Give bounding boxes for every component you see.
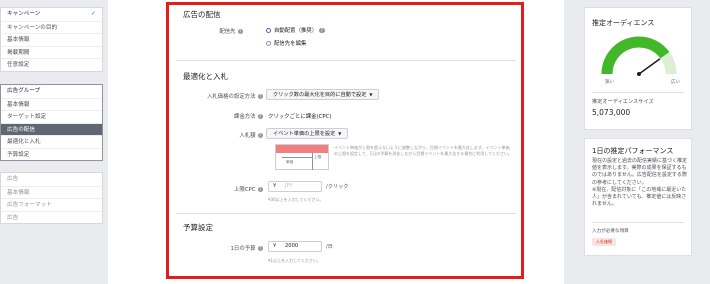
max-cpc-input[interactable]: ¥ JPY: [268, 181, 322, 192]
max-cpc-unit: /クリック: [326, 184, 349, 190]
bid-cap-illustration: 単価 上限: [275, 144, 329, 170]
performance-description: 現在の設定と過去の配信実績に基づく推定値を表示します。実際の成果を保証するもので…: [592, 158, 688, 208]
sidebar-ad-group: 広告 基本情報 広告フォーマット 広告: [0, 172, 103, 224]
audience-title: 推定オーディエンス: [592, 19, 655, 27]
sidebar-item-campaign[interactable]: キャンペーン ✓: [1, 8, 102, 21]
audience-gauge: [601, 36, 677, 76]
audience-size-label: 推定オーディエンスサイズ: [592, 99, 654, 105]
daily-budget-input[interactable]: ¥ 2000: [268, 241, 322, 252]
sidebar-item-ad-delivery[interactable]: 広告の配信: [1, 122, 102, 135]
highlight-frame: [166, 2, 524, 279]
check-icon: ✓: [90, 10, 96, 17]
gauge-needle: [638, 58, 661, 75]
gauge-wide-label: 広い: [671, 80, 680, 85]
performance-title: 1日の推定パフォーマンス: [592, 147, 674, 155]
daily-budget-value: 2000: [285, 243, 299, 249]
bid-strategy-dropdown[interactable]: クリック数の最大化を目的に自動で設定 ▼: [266, 89, 380, 100]
section-divider: [176, 60, 516, 61]
charge-method-label: 課金方法?: [233, 113, 263, 120]
audience-card: 推定オーディエンス 狭い 広い 推定オーディエンスサイズ 5,073,000: [584, 7, 692, 130]
sidebar-item-optional-settings[interactable]: 任意設定: [1, 58, 102, 71]
section-divider: [176, 213, 516, 214]
max-cpc-label: 上限CPC?: [233, 186, 263, 193]
budget-section-title: 予算設定: [183, 223, 213, 232]
help-icon[interactable]: ?: [257, 113, 263, 120]
max-cpc-hint: ¥36以上を入力してください。: [268, 197, 324, 202]
sidebar-item-ad-format[interactable]: 広告フォーマット: [1, 198, 102, 211]
help-icon[interactable]: ?: [319, 27, 325, 34]
sidebar-item-ad[interactable]: 広告: [1, 173, 102, 186]
radio-selected-icon[interactable]: [266, 28, 271, 33]
cap-bar: [276, 145, 328, 153]
daily-budget-hint: ¥1以上を入力してください。: [268, 258, 321, 263]
bid-amount-dropdown[interactable]: イベント単価の上限を設定 ▼: [266, 128, 349, 139]
caret-down-icon: ▼: [369, 92, 373, 97]
yen-symbol: ¥: [273, 183, 277, 189]
radio-unselected-icon[interactable]: [266, 41, 271, 46]
sidebar-campaign-group: キャンペーン ✓ キャンペーンの目的 基本情報 掲載期間 任意設定: [0, 7, 103, 72]
audience-size-value: 5,073,000: [592, 108, 631, 117]
sidebar-item-adgroup[interactable]: 広告グループ: [1, 85, 102, 98]
yen-symbol: ¥: [273, 243, 277, 249]
required-fields-label: 入力が必要な項目: [592, 229, 629, 234]
bidding-section-title: 最適化と入札: [183, 72, 228, 81]
max-cpc-placeholder: JPY: [285, 183, 293, 189]
placement-option-edit[interactable]: 配信先を編集: [266, 39, 306, 47]
placement-option-auto[interactable]: 自動配置（推奨）?: [266, 26, 325, 34]
sidebar-item-ad-basic-info[interactable]: 基本情報: [1, 185, 102, 199]
help-icon[interactable]: ?: [257, 245, 263, 252]
sidebar-item-ad-creative[interactable]: 広告: [1, 210, 102, 224]
bid-strategy-label: 入札価格の設定方法?: [206, 93, 263, 100]
help-icon[interactable]: ?: [257, 132, 263, 139]
required-field-tag: 入札価格: [592, 238, 616, 246]
sidebar-item-optimization-bidding[interactable]: 最適化と入札: [1, 135, 102, 148]
daily-budget-unit: /日: [326, 244, 333, 250]
placement-label: 配信先?: [219, 28, 243, 35]
sidebar-item-targeting[interactable]: ターゲット設定: [1, 110, 102, 123]
help-icon[interactable]: ?: [257, 93, 263, 100]
sidebar-item-campaign-objective[interactable]: キャンペーンの目的: [1, 20, 102, 34]
performance-card: 1日の推定パフォーマンス 現在の設定と過去の配信実績に基づく推定値を表示します。…: [584, 138, 692, 256]
sidebar-adgroup-group: 広告グループ 基本情報 ターゲット設定 広告の配信 最適化と入札 予算設定: [0, 84, 103, 161]
caret-down-icon: ▼: [338, 131, 342, 136]
bid-cap-description: イベント単価が上限を超えないように調整しながら、目標イベントを最大化します。イベ…: [334, 145, 512, 156]
help-icon[interactable]: ?: [257, 186, 263, 193]
gauge-fill: [601, 36, 670, 75]
bid-amount-label: 入札額?: [239, 132, 263, 139]
placement-section-title: 広告の配信: [183, 10, 221, 19]
sidebar-item-schedule[interactable]: 掲載期間: [1, 45, 102, 59]
sidebar-item-adgroup-basic-info[interactable]: 基本情報: [1, 97, 102, 111]
daily-budget-label: 1日の予算?: [230, 245, 263, 252]
charge-method-value: クリックごとに課金(CPC): [268, 114, 332, 120]
sidebar-item-campaign-basic-info[interactable]: 基本情報: [1, 33, 102, 46]
gauge-narrow-label: 狭い: [605, 80, 614, 85]
gauge-pivot: [637, 72, 641, 76]
help-icon[interactable]: ?: [237, 28, 243, 35]
sidebar-item-budget[interactable]: 予算設定: [1, 147, 102, 161]
